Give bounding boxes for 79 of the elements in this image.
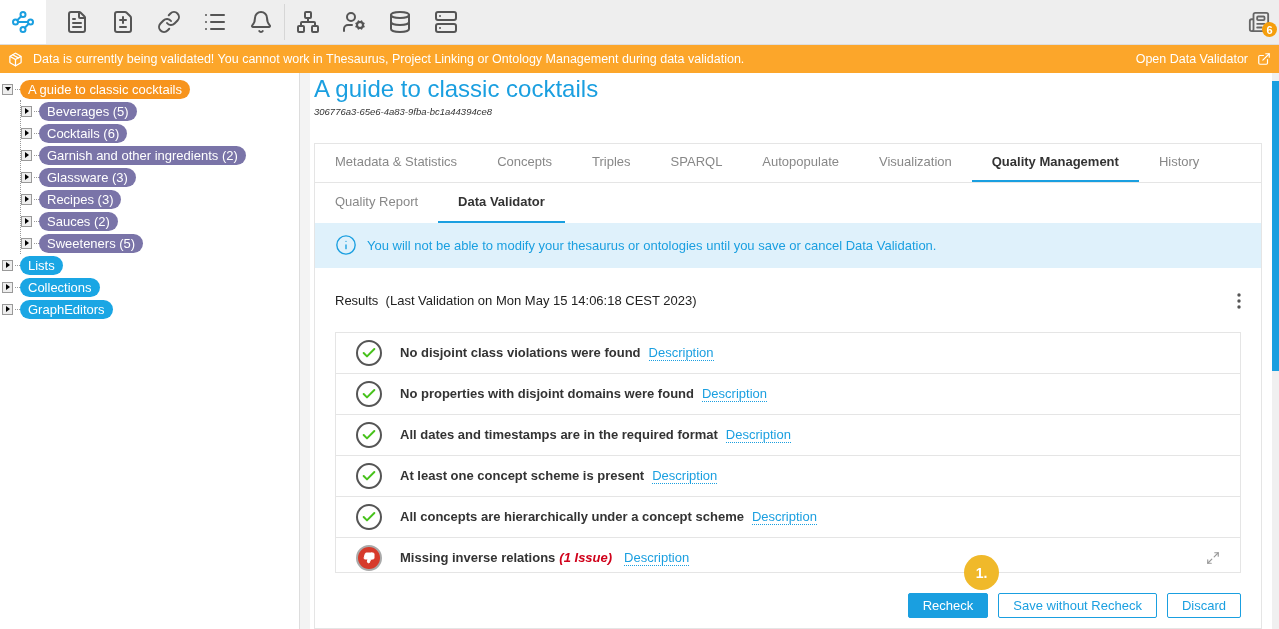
result-text: At least one concept scheme is present Description [400, 468, 719, 484]
description-link[interactable]: Description [701, 386, 767, 403]
package-icon [8, 51, 23, 67]
tree-node[interactable]: Sweeteners (5) [39, 233, 144, 253]
tab[interactable]: Concepts [477, 144, 573, 182]
description-link[interactable]: Description [652, 468, 718, 485]
database-icon [388, 10, 412, 34]
description-link[interactable]: Description [725, 427, 791, 444]
open-validator-link[interactable]: Open Data Validator [1135, 52, 1271, 66]
check-icon [356, 339, 382, 366]
check-icon [356, 462, 382, 489]
tree-node[interactable]: Lists [20, 255, 63, 275]
document-icon [65, 10, 89, 34]
expand-button[interactable] [1206, 550, 1220, 565]
more-menu-button[interactable] [1237, 292, 1241, 309]
check-icon [356, 503, 382, 530]
page-title: A guide to classic cocktails [314, 75, 600, 103]
tree-icon [11, 10, 35, 34]
expand-toggle[interactable] [21, 127, 32, 139]
link-icon [157, 10, 181, 34]
result-text: No disjoint class violations were found Description [400, 345, 715, 361]
user-settings-icon [342, 10, 366, 34]
tree-node[interactable]: Garnish and other ingredients (2) [39, 145, 246, 165]
toolbar-button[interactable] [0, 0, 46, 44]
tab[interactable]: Visualization [859, 144, 972, 182]
expand-toggle[interactable] [2, 259, 13, 271]
action-button[interactable]: Discard [1166, 593, 1241, 618]
tree-node[interactable]: Recipes (3) [39, 189, 122, 209]
description-link[interactable]: Description [751, 509, 817, 526]
more-icon [1237, 292, 1241, 309]
tree-node[interactable]: Sauces (2) [39, 211, 118, 231]
expand-toggle[interactable] [21, 237, 32, 249]
bell-icon [249, 10, 273, 34]
server-icon [434, 10, 458, 34]
expand-toggle[interactable] [21, 215, 32, 227]
banner-message: Data is currently being validated! You cannot work in Thesaurus, Project Linking or Ontology Management during data validation. [33, 52, 746, 66]
tab[interactable]: SPARQL [650, 144, 743, 182]
expand-toggle[interactable] [21, 149, 32, 161]
info-message: You will not be able to modify your thesaurus or ontologies until you save or cancel Data Validation. [367, 237, 937, 253]
results-heading: Results (Last Validation on Mon May 15 14:06:18 CEST 2023) [335, 293, 697, 309]
check-icon [356, 421, 382, 448]
expand-toggle[interactable] [21, 171, 32, 183]
result-text: All dates and timestamps are in the required format Description [400, 427, 792, 443]
external-link-icon [1257, 52, 1271, 66]
action-button[interactable]: Recheck [907, 593, 989, 618]
tab[interactable]: Autopopulate [742, 144, 859, 182]
tree-node[interactable]: A guide to classic cocktails [20, 79, 190, 99]
tab[interactable]: History [1138, 144, 1220, 182]
result-text: All concepts are hierarchically under a concept scheme Description [400, 509, 818, 525]
action-button[interactable]: Save without Recheck [998, 593, 1157, 618]
step-badge: 1. [964, 555, 999, 590]
notification-count: 6 [1262, 22, 1277, 37]
tree-node[interactable]: GraphEditors [20, 299, 113, 319]
subtab[interactable]: Quality Report [315, 182, 439, 223]
scroll-thumb[interactable] [1272, 81, 1279, 371]
description-link[interactable]: Description [648, 345, 714, 362]
tree-node[interactable]: Collections [20, 277, 100, 297]
project-id: 306776a3-65e6-4a83-9fba-bc1a44394ce8 [314, 106, 493, 117]
check-icon [356, 380, 382, 407]
result-text: No properties with disjoint domains were found Description [400, 386, 768, 402]
expand-toggle[interactable] [2, 281, 13, 293]
tab[interactable]: Triples [572, 144, 651, 182]
tab[interactable]: Quality Management [971, 144, 1139, 182]
notifications-button[interactable]: 6 [1239, 0, 1279, 44]
document-compare-icon [111, 10, 135, 34]
tree-node[interactable]: Cocktails (6) [39, 123, 128, 143]
thumbs-down-icon [356, 544, 382, 571]
expand-toggle[interactable] [2, 303, 13, 315]
expand-icon [1206, 550, 1220, 565]
tab[interactable]: Metadata & Statistics [315, 144, 478, 182]
info-icon [335, 234, 357, 257]
hierarchy-icon [296, 10, 320, 34]
tree-node[interactable]: Glassware (3) [39, 167, 136, 187]
result-text: Missing inverse relations (1 Issue) Description [400, 550, 691, 566]
expand-toggle[interactable] [2, 83, 13, 95]
expand-toggle[interactable] [21, 105, 32, 117]
expand-toggle[interactable] [21, 193, 32, 205]
tree-node[interactable]: Beverages (5) [39, 101, 137, 121]
description-link[interactable]: Description [624, 550, 690, 567]
